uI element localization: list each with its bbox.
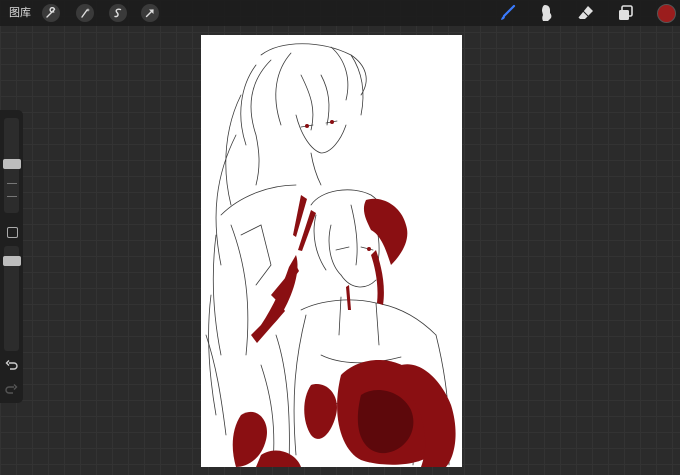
color-picker-swatch[interactable] bbox=[657, 4, 676, 23]
transform-button[interactable] bbox=[141, 4, 159, 22]
slider-divider bbox=[7, 196, 17, 197]
drawing-canvas[interactable] bbox=[201, 35, 462, 467]
magic-wand-icon bbox=[81, 8, 90, 18]
redo-icon[interactable] bbox=[5, 383, 18, 396]
transform-arrow-icon bbox=[145, 9, 154, 18]
brush-size-handle[interactable] bbox=[3, 159, 21, 169]
opacity-handle[interactable] bbox=[3, 256, 21, 266]
gallery-button[interactable]: 图库 bbox=[9, 5, 31, 21]
actions-wrench-button[interactable] bbox=[42, 4, 60, 22]
slider-divider bbox=[7, 183, 17, 184]
brush-icon[interactable] bbox=[498, 3, 518, 23]
sketch-artwork bbox=[205, 43, 456, 467]
selection-icon bbox=[114, 8, 122, 18]
modify-button[interactable] bbox=[7, 227, 18, 238]
wrench-icon bbox=[46, 7, 56, 18]
layers-icon[interactable] bbox=[616, 3, 636, 23]
adjustments-button[interactable] bbox=[76, 4, 94, 22]
smudge-icon[interactable] bbox=[537, 3, 557, 23]
undo-icon[interactable] bbox=[5, 359, 18, 372]
selection-button[interactable] bbox=[109, 4, 127, 22]
top-toolbar: 图库 bbox=[0, 0, 680, 26]
eraser-icon[interactable] bbox=[576, 3, 596, 23]
left-sidebar bbox=[0, 110, 23, 403]
